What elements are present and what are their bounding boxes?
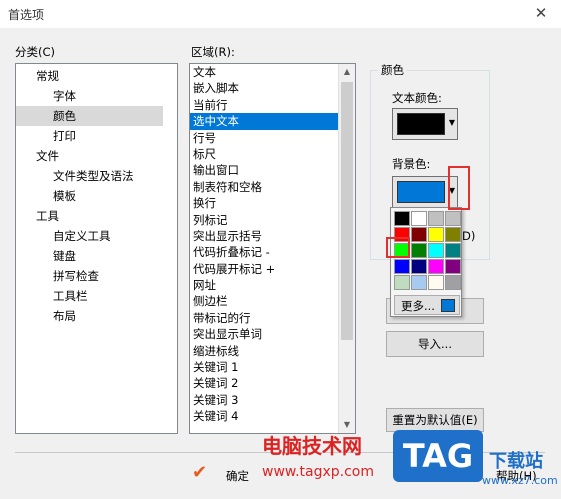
palette-color-cell[interactable] (445, 259, 461, 274)
watermark-site-url: www.tagxp.com (262, 464, 374, 480)
bg-color-swatch (397, 181, 445, 203)
palette-color-cell[interactable] (411, 259, 427, 274)
list-item[interactable]: 当前行 (190, 97, 338, 113)
tree-item[interactable]: 文件 (16, 146, 163, 166)
tree-item[interactable]: 常规 (16, 66, 163, 86)
checkmark-icon: ✔ (192, 462, 208, 483)
tree-item[interactable]: 键盘 (16, 246, 163, 266)
tree-item[interactable]: 拼写检查 (16, 266, 163, 286)
watermark-tag-logo: TAG (393, 430, 483, 482)
bg-color-label: 背景色: (392, 157, 431, 171)
palette-color-cell[interactable] (411, 227, 427, 242)
palette-color-cell[interactable] (445, 227, 461, 242)
tree-item[interactable]: 模板 (16, 186, 163, 206)
ok-button[interactable]: 确定 (226, 468, 249, 484)
palette-color-cell[interactable] (411, 275, 427, 290)
region-items: 文本 嵌入脚本 当前行 选中文本 行号 标尺 输出窗口 制表符和空格 换行 列标记 突出显示括号 代码… (190, 64, 355, 425)
list-item[interactable]: 缩进标线 (190, 343, 338, 359)
watermark-download: 下载站 (489, 451, 543, 472)
import-button[interactable]: 导入... (386, 331, 484, 357)
category-tree[interactable]: 常规 字体 颜色 打印 文件 文件类型及语法 模板 工具 自定义工具 键盘 拼写检查 工具栏 布局 (15, 63, 178, 434)
title-bar: 首选项 ✕ (0, 0, 561, 28)
list-item[interactable]: 嵌入脚本 (190, 80, 338, 96)
text-color-swatch (397, 113, 445, 135)
color-group-label: 颜色 (378, 62, 407, 78)
palette-color-cell[interactable] (428, 259, 444, 274)
tree-item[interactable]: 打印 (16, 126, 163, 146)
reset-defaults-button[interactable]: 重置为默认值(E) (386, 408, 484, 432)
list-item[interactable]: 列标记 (190, 212, 338, 228)
list-item[interactable]: 关键词 2 (190, 375, 338, 391)
list-item[interactable]: 行号 (190, 130, 338, 146)
region-label: 区域(R): (191, 45, 235, 59)
current-color-swatch (441, 299, 455, 312)
list-item[interactable]: 突出显示括号 (190, 228, 338, 244)
close-icon[interactable]: ✕ (521, 0, 561, 28)
palette-color-cell[interactable] (428, 243, 444, 258)
list-item[interactable]: 换行 (190, 195, 338, 211)
palette-color-cell[interactable] (445, 211, 461, 226)
region-list[interactable]: 文本 嵌入脚本 当前行 选中文本 行号 标尺 输出窗口 制表符和空格 换行 列标记 突出显示括号 代码… (189, 63, 356, 434)
list-item[interactable]: 输出窗口 (190, 162, 338, 178)
list-item[interactable]: 关键词 4 (190, 408, 338, 424)
palette-color-cell[interactable] (428, 227, 444, 242)
tree-item[interactable]: 自定义工具 (16, 226, 163, 246)
watermark-download-url: www.xz7.com (482, 474, 558, 487)
region-scrollbar[interactable]: ▲ ▼ (338, 64, 355, 433)
more-colors-label: 更多... (401, 299, 435, 313)
scroll-thumb[interactable] (341, 82, 353, 340)
scroll-up-icon[interactable]: ▲ (339, 64, 355, 80)
tree-item[interactable]: 文件类型及语法 (16, 166, 163, 186)
tree-item[interactable]: 工具 (16, 206, 163, 226)
tree-item[interactable]: 字体 (16, 86, 163, 106)
color-palette-popup: 更多... (390, 207, 462, 317)
hidden-label-fragment: D) (462, 229, 476, 243)
palette-color-cell[interactable] (411, 243, 427, 258)
palette-color-cell[interactable] (445, 243, 461, 258)
tree-item[interactable]: 颜色 (16, 106, 163, 126)
palette-color-cell[interactable] (394, 275, 410, 290)
palette-color-cell[interactable] (428, 211, 444, 226)
list-item[interactable]: 关键词 3 (190, 392, 338, 408)
palette-color-cell[interactable] (394, 211, 410, 226)
list-item[interactable]: 文本 (190, 64, 338, 80)
list-item[interactable]: 带标记的行 (190, 310, 338, 326)
palette-color-cell[interactable] (428, 275, 444, 290)
highlight-dropdown-arrow (448, 166, 470, 210)
list-item[interactable]: 标尺 (190, 146, 338, 162)
text-color-button[interactable]: ▼ (392, 108, 458, 140)
tree-item[interactable]: 工具栏 (16, 286, 163, 306)
list-item[interactable]: 突出显示单词 (190, 326, 338, 342)
window-title: 首选项 (8, 8, 45, 22)
palette-color-cell[interactable] (411, 211, 427, 226)
category-label: 分类(C) (15, 45, 56, 59)
list-item[interactable]: 代码展开标记 + (190, 261, 338, 277)
list-item[interactable]: 选中文本 (190, 113, 338, 130)
watermark-site-name: 电脑技术网 (262, 434, 362, 458)
list-item[interactable]: 关键词 1 (190, 359, 338, 375)
tree-item[interactable]: 布局 (16, 306, 163, 326)
text-color-label: 文本颜色: (392, 91, 442, 105)
more-colors-button[interactable]: 更多... (394, 295, 460, 315)
list-item[interactable]: 侧边栏 (190, 293, 338, 309)
palette-color-cell[interactable] (445, 275, 461, 290)
list-item[interactable]: 制表符和空格 (190, 179, 338, 195)
highlight-green-cell (386, 237, 410, 258)
list-item[interactable]: 网址 (190, 277, 338, 293)
list-item[interactable]: 代码折叠标记 - (190, 244, 338, 260)
dropdown-arrow-icon: ▼ (448, 118, 455, 127)
palette-color-cell[interactable] (394, 259, 410, 274)
